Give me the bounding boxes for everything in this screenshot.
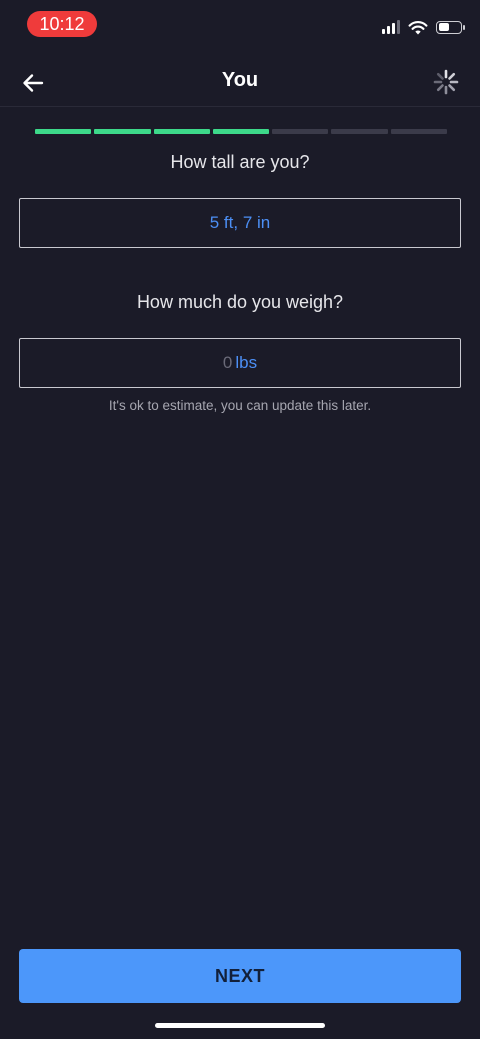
status-time: 10:12 [27, 11, 97, 37]
progress-step-pending [272, 129, 329, 134]
height-field[interactable]: 5 ft, 7 in [19, 198, 461, 248]
weight-hint: It's ok to estimate, you can update this… [108, 398, 372, 413]
weight-unit: lbs [235, 353, 258, 372]
page-title: You [221, 69, 259, 91]
cellular-signal-icon [382, 20, 400, 34]
status-bar: 10:12 [0, 0, 480, 50]
weight-field[interactable]: 0 lbs [19, 338, 461, 388]
progress-step-pending [390, 129, 447, 134]
height-value: 5 ft, 7 in [209, 213, 271, 232]
nav-bar: You [0, 56, 480, 107]
wifi-icon [408, 20, 428, 34]
spinner-icon [433, 69, 459, 95]
home-indicator[interactable] [155, 1023, 325, 1028]
progress-step-complete [212, 129, 270, 134]
next-button[interactable]: NEXT [19, 949, 461, 1003]
onboarding-screen: 10:12 You How tall are you? 5 ft, 7 in H… [0, 0, 480, 1039]
progress-step-complete [35, 129, 92, 134]
progress-bar [35, 129, 447, 134]
weight-value: 0 [222, 353, 233, 372]
progress-step-pending [331, 129, 388, 134]
battery-level [438, 23, 449, 31]
status-icons [382, 18, 465, 36]
battery-icon [436, 20, 465, 34]
progress-step-complete [153, 129, 210, 134]
weight-question: How much do you weigh? [136, 292, 344, 312]
progress-step-complete [94, 129, 151, 134]
height-question: How tall are you? [170, 152, 310, 172]
